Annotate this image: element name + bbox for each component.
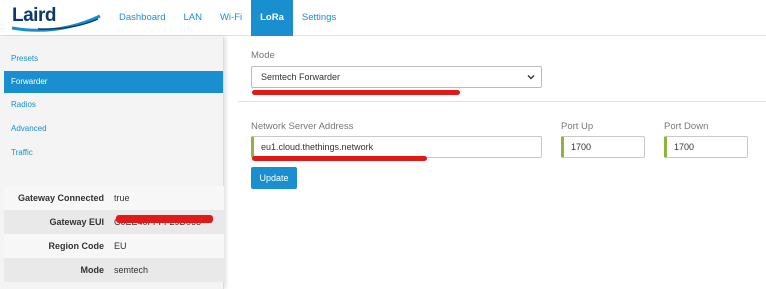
nav-dashboard[interactable]: Dashboard — [110, 0, 174, 36]
status-table: Gateway Connected true Gateway EUI C0EE4… — [4, 186, 224, 282]
redaction-mark — [116, 215, 213, 223]
nav-settings[interactable]: Settings — [293, 0, 345, 36]
main-nav: Dashboard LAN Wi-Fi LoRa Settings — [110, 0, 345, 36]
highlight-underline — [252, 90, 460, 95]
port-up-input[interactable]: 1700 — [561, 136, 645, 158]
status-key: Gateway EUI — [49, 217, 104, 227]
mode-select[interactable]: Semtech Forwarder — [251, 66, 542, 88]
status-value: true — [114, 193, 130, 203]
server-address-input[interactable]: eu1.cloud.thethings.network — [251, 136, 542, 158]
sidebar-item-traffic[interactable]: Traffic — [4, 142, 223, 164]
port-up-label: Port Up — [561, 121, 594, 132]
sidebar: Presets Forwarder Radios Advanced Traffi… — [0, 37, 224, 289]
status-value: EU — [114, 241, 127, 251]
laird-logo[interactable]: Laird — [8, 2, 104, 34]
nav-lora[interactable]: LoRa — [251, 0, 293, 36]
sidebar-item-presets[interactable]: Presets — [4, 48, 223, 70]
status-row: Gateway Connected true — [4, 186, 224, 210]
server-address-label: Network Server Address — [251, 121, 354, 132]
update-button[interactable]: Update — [251, 167, 297, 189]
status-row: Region Code EU — [4, 234, 224, 258]
top-bar: Laird Dashboard LAN Wi-Fi LoRa Settings — [0, 0, 766, 36]
nav-lan[interactable]: LAN — [174, 0, 210, 36]
sidebar-item-forwarder[interactable]: Forwarder — [4, 71, 223, 93]
mode-select-value: Semtech Forwarder — [261, 72, 341, 82]
highlight-underline — [252, 156, 427, 161]
section-divider — [238, 101, 766, 102]
status-row: Mode semtech — [4, 258, 224, 282]
status-key: Gateway Connected — [17, 193, 104, 203]
logo-text: Laird — [12, 5, 56, 26]
status-key: Region Code — [48, 241, 105, 251]
port-down-input[interactable]: 1700 — [664, 136, 748, 158]
nav-wifi[interactable]: Wi-Fi — [211, 0, 251, 36]
mode-label: Mode — [251, 50, 275, 61]
sidebar-item-advanced[interactable]: Advanced — [4, 118, 223, 140]
sidebar-item-radios[interactable]: Radios — [4, 94, 223, 116]
chevron-down-icon — [527, 75, 535, 80]
status-key: Mode — [80, 265, 105, 275]
port-down-label: Port Down — [664, 121, 709, 132]
status-value: semtech — [114, 265, 149, 275]
